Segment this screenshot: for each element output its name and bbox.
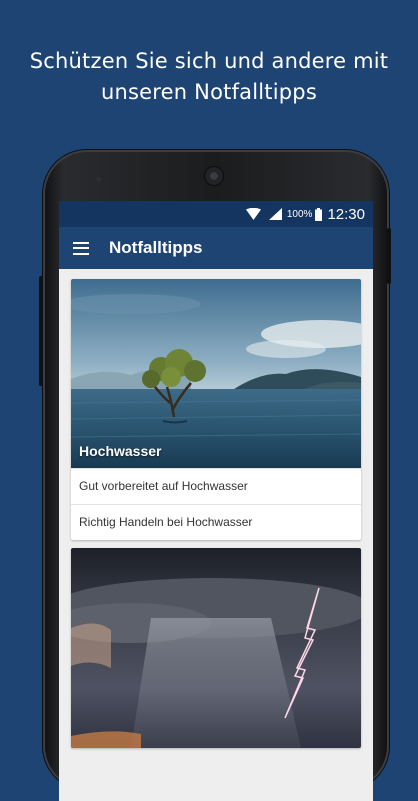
tips-list: Hochwasser Gut vorbereitet auf Hochwasse… <box>59 269 373 748</box>
phone-power-button <box>387 228 391 284</box>
promo-headline: Schützen Sie sich und andere mit unseren… <box>0 46 418 108</box>
battery-percent: 100% <box>286 208 313 220</box>
wifi-icon <box>245 208 261 220</box>
signal-icon <box>268 208 282 220</box>
speaker-icon <box>205 167 223 185</box>
front-camera-icon <box>96 177 101 182</box>
card-hochwasser[interactable]: Hochwasser Gut vorbereitet auf Hochwasse… <box>71 279 361 540</box>
phone-screen: 100% 12:30 Notfalltipps Hochwasser Gut v… <box>59 201 373 801</box>
flooded-tree-lake-image[interactable]: Hochwasser <box>71 279 361 468</box>
app-bar: Notfalltipps <box>59 227 373 269</box>
battery-icon <box>315 207 323 221</box>
phone-volume-button <box>39 276 43 386</box>
card-title: Hochwasser <box>79 443 162 459</box>
promo-headline-line2: unseren Notfalltipps <box>101 80 317 104</box>
app-bar-title: Notfalltipps <box>109 238 203 257</box>
status-bar: 100% 12:30 <box>59 201 373 227</box>
hamburger-menu-icon[interactable] <box>73 241 89 255</box>
list-item[interactable]: Richtig Handeln bei Hochwasser <box>71 504 361 540</box>
phone-frame: 100% 12:30 Notfalltipps Hochwasser Gut v… <box>39 150 391 801</box>
promo-headline-line1: Schützen Sie sich und andere mit <box>29 49 389 73</box>
thunderstorm-lightning-image[interactable] <box>71 548 361 748</box>
status-time: 12:30 <box>327 205 365 223</box>
card-unwetter[interactable] <box>71 548 361 748</box>
list-item[interactable]: Gut vorbereitet auf Hochwasser <box>71 468 361 504</box>
